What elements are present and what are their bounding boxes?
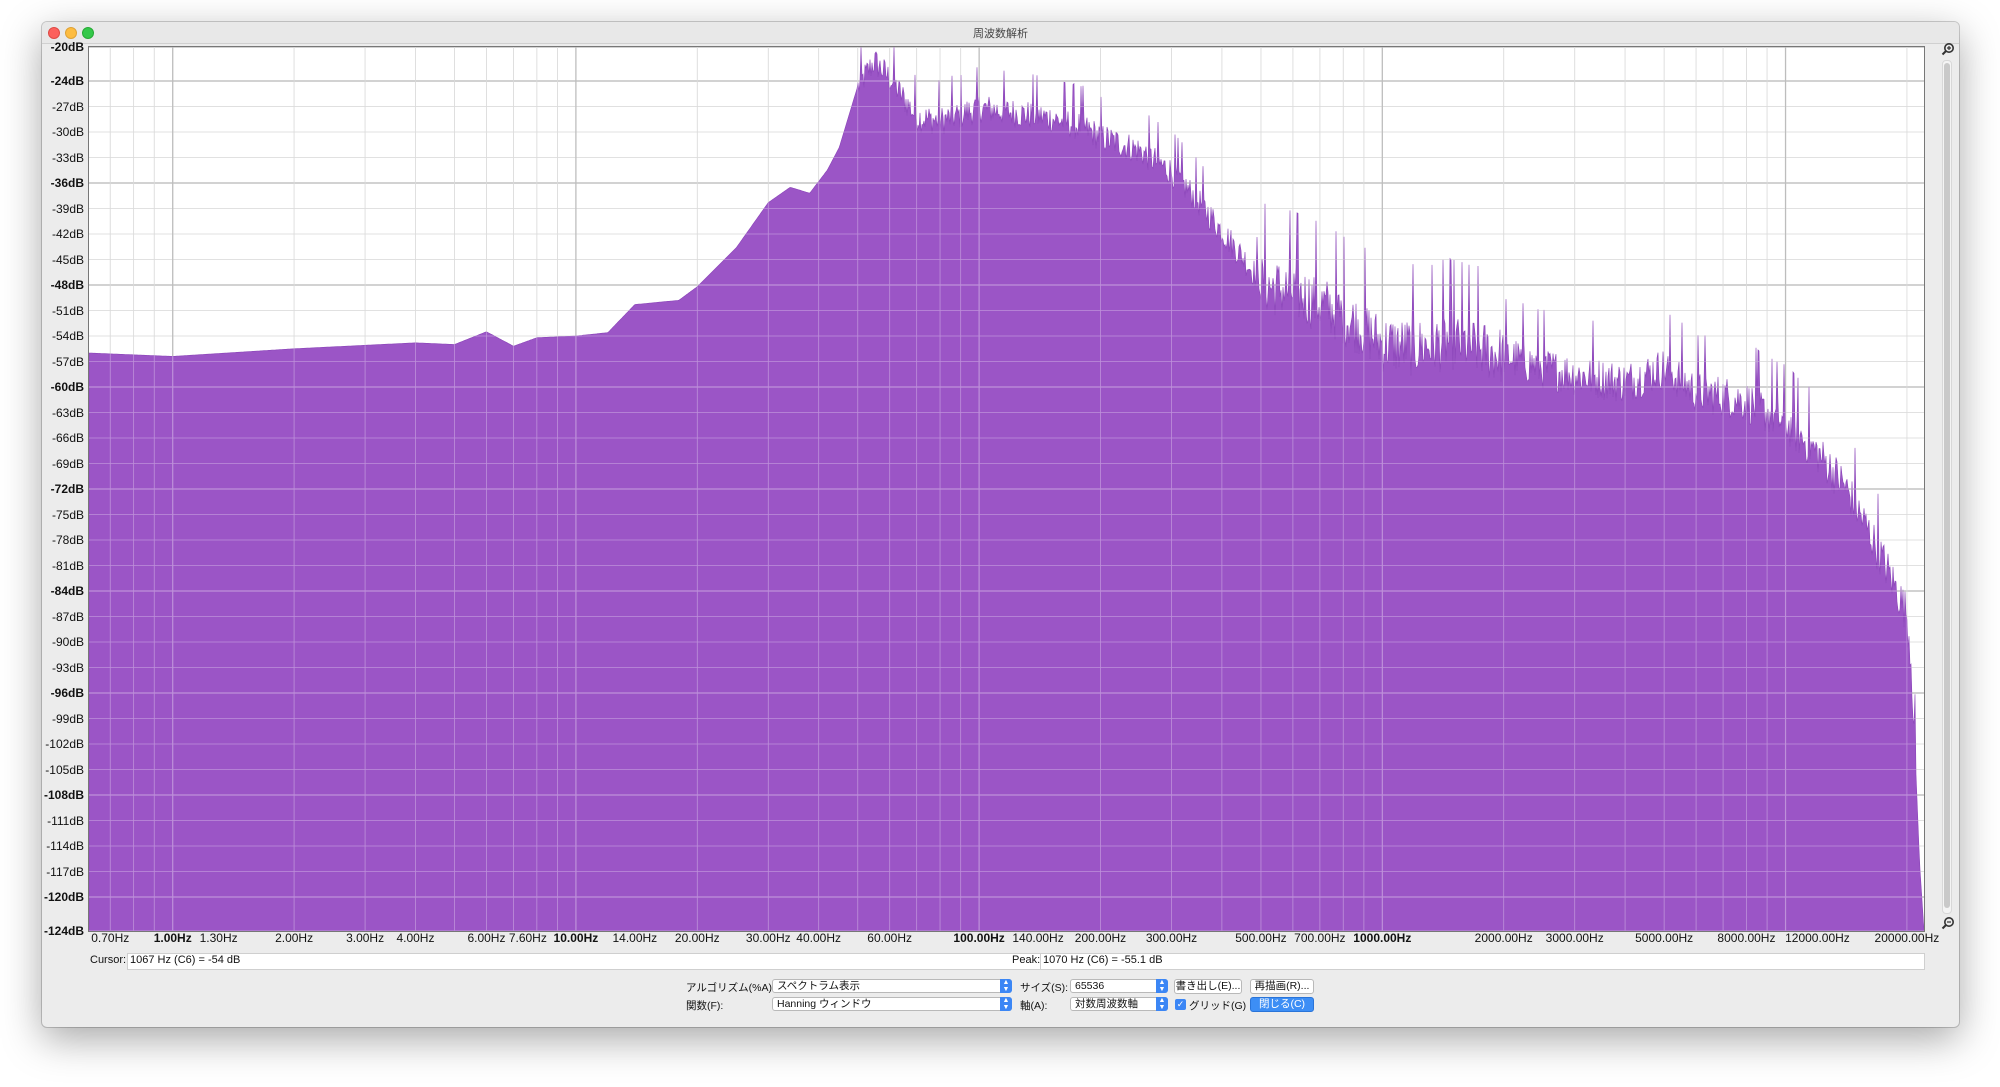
function-value: Hanning ウィンドウ xyxy=(777,998,872,1010)
y-tick-label: -69dB xyxy=(51,456,84,471)
y-tick-label: -87dB xyxy=(51,609,84,624)
y-tick-label: -20dB xyxy=(50,40,84,54)
grid-checkbox-label[interactable]: グリッド(G) xyxy=(1189,998,1246,1013)
y-tick-label: -42dB xyxy=(51,227,84,241)
replot-button[interactable]: 再描画(R)... xyxy=(1250,979,1314,994)
x-tick-label: 2000.00Hz xyxy=(1474,931,1533,945)
function-select[interactable]: Hanning ウィンドウ ▲ ▼ xyxy=(772,997,1012,1011)
y-tick-label: -81dB xyxy=(51,558,84,573)
x-tick-label: 1.30Hz xyxy=(199,931,238,945)
select-arrows-icon: ▲ ▼ xyxy=(1000,979,1012,993)
y-tick-label: -39dB xyxy=(51,201,84,216)
algorithm-value: スペクトラム表示 xyxy=(777,980,860,992)
y-tick-label: -45dB xyxy=(51,252,84,267)
x-tick-label: 3.00Hz xyxy=(346,931,385,945)
y-tick-label: -114dB xyxy=(46,839,84,853)
peak-readout-field xyxy=(1040,953,1925,970)
x-tick-label: 5000.00Hz xyxy=(1635,931,1694,945)
size-label: サイズ(S): xyxy=(1020,982,1069,994)
zoom-in-icon[interactable] xyxy=(1941,42,1955,56)
y-tick-label: -72dB xyxy=(50,482,84,496)
x-tick-label: 60.00Hz xyxy=(867,931,913,945)
x-tick-label: 6.00Hz xyxy=(467,931,506,945)
x-tick-label: 20000.00Hz xyxy=(1874,931,1940,945)
x-tick-label: 1000.00Hz xyxy=(1353,931,1412,945)
spectrum-chart xyxy=(89,47,1924,931)
x-tick-label: 3000.00Hz xyxy=(1545,931,1604,945)
cursor-readout: 1067 Hz (C6) = -54 dB xyxy=(130,954,241,966)
x-tick-label: 40.00Hz xyxy=(796,931,842,945)
y-tick-label: -24dB xyxy=(50,74,84,88)
x-tick-label: 20.00Hz xyxy=(674,931,720,945)
y-tick-label: -90dB xyxy=(51,635,84,649)
y-tick-label: -78dB xyxy=(51,533,84,547)
x-tick-label: 14.00Hz xyxy=(612,931,658,945)
window-title: 周波数解析 xyxy=(973,28,1028,40)
y-tick-label: -124dB xyxy=(43,924,84,938)
y-tick-label: -33dB xyxy=(51,150,84,165)
y-tick-label: -36dB xyxy=(50,176,84,190)
zoom-out-icon[interactable] xyxy=(1941,916,1955,930)
peak-label: Peak: xyxy=(1012,954,1041,966)
export-button[interactable]: 書き出し(E)... xyxy=(1174,979,1242,994)
y-tick-label: -30dB xyxy=(51,125,84,139)
x-tick-label: 140.00Hz xyxy=(1012,931,1064,945)
x-tick-label: 100.00Hz xyxy=(953,931,1005,945)
y-tick-label: -99dB xyxy=(51,711,84,726)
select-arrows-icon: ▲ ▼ xyxy=(1000,997,1012,1011)
select-arrows-icon: ▲ ▼ xyxy=(1156,979,1168,993)
algorithm-select[interactable]: スペクトラム表示 ▲ ▼ xyxy=(772,979,1012,993)
y-tick-label: -96dB xyxy=(50,686,84,700)
x-tick-label: 7.60Hz xyxy=(508,931,547,945)
size-value: 65536 xyxy=(1075,980,1105,992)
x-tick-label: 300.00Hz xyxy=(1145,931,1198,945)
x-tick-label: 700.00Hz xyxy=(1294,931,1346,945)
cursor-label: Cursor: xyxy=(90,954,127,966)
y-tick-label: -57dB xyxy=(51,354,84,369)
y-tick-label: -63dB xyxy=(51,405,84,420)
function-label: 関数(F): xyxy=(686,1000,724,1012)
y-tick-label: -108dB xyxy=(43,788,84,802)
vertical-zoom-thumb[interactable] xyxy=(1944,63,1950,908)
y-tick-label: -105dB xyxy=(45,762,84,777)
select-arrows-icon: ▲ ▼ xyxy=(1156,997,1168,1011)
y-tick-label: -66dB xyxy=(51,431,84,445)
y-tick-label: -60dB xyxy=(50,380,84,394)
size-select[interactable]: 65536 ▲ ▼ xyxy=(1070,979,1168,993)
y-tick-label: -93dB xyxy=(51,660,84,675)
axis-value: 対数周波数軸 xyxy=(1075,998,1138,1010)
y-tick-label: -84dB xyxy=(50,584,84,598)
cursor-readout-field xyxy=(127,953,1049,970)
y-tick-label: -48dB xyxy=(50,278,84,292)
vertical-zoom-slider[interactable] xyxy=(1942,60,1952,914)
axis-select[interactable]: 対数周波数軸 ▲ ▼ xyxy=(1070,997,1168,1011)
y-tick-label: -75dB xyxy=(51,507,84,522)
y-tick-label: -120dB xyxy=(43,890,84,904)
x-tick-label: 4.00Hz xyxy=(396,931,435,945)
y-tick-label: -27dB xyxy=(51,99,84,114)
grid-checkbox[interactable]: ✓ xyxy=(1175,999,1186,1010)
close-button[interactable]: 閉じる(C) xyxy=(1250,997,1314,1012)
x-tick-label: 8000.00Hz xyxy=(1717,931,1776,945)
x-tick-label: 0.70Hz xyxy=(91,931,130,945)
x-tick-label: 500.00Hz xyxy=(1235,931,1287,945)
x-tick-label: 10.00Hz xyxy=(553,931,599,945)
y-tick-label: -111dB xyxy=(47,813,84,828)
x-tick-label: 1.00Hz xyxy=(153,931,192,945)
axis-label: 軸(A): xyxy=(1020,1000,1048,1012)
y-tick-label: -117dB xyxy=(46,864,84,879)
x-tick-label: 2.00Hz xyxy=(275,931,314,945)
y-tick-label: -54dB xyxy=(51,329,84,343)
title-bar[interactable]: 周波数解析 xyxy=(42,22,1959,44)
y-tick-label: -51dB xyxy=(51,303,84,318)
algorithm-label: アルゴリズム(%A): xyxy=(686,982,775,994)
x-tick-label: 200.00Hz xyxy=(1074,931,1127,945)
y-tick-label: -102dB xyxy=(45,737,84,751)
frequency-analysis-window: 周波数解析 -20dB -24dB -27dB -30dB -33dB -36dB -39d… xyxy=(42,22,1959,1027)
x-tick-label: 30.00Hz xyxy=(745,931,791,945)
spectrum-plot[interactable] xyxy=(88,46,1925,932)
peak-readout: 1070 Hz (C6) = -55.1 dB xyxy=(1043,954,1163,966)
x-tick-label: 12000.00Hz xyxy=(1785,931,1850,945)
